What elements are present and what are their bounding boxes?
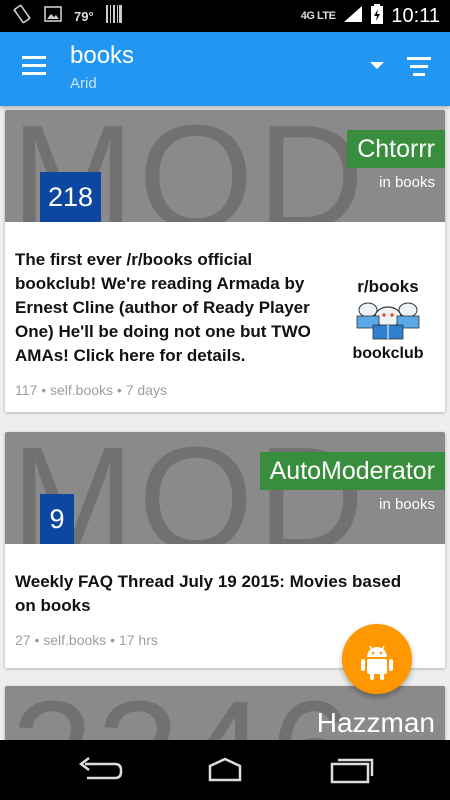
status-bar: 79° 4G LTE 10:11 xyxy=(0,0,450,32)
battery-icon xyxy=(371,3,384,29)
image-icon xyxy=(44,5,62,28)
app-bar: books Arid xyxy=(0,32,450,106)
network-type-text: 4G LTE xyxy=(300,10,336,22)
fab-button[interactable] xyxy=(342,624,412,694)
author-badge[interactable]: Hazzman xyxy=(307,704,445,740)
thumbnail-top-text: r/books xyxy=(357,277,418,296)
recent-apps-icon[interactable] xyxy=(328,754,378,786)
score-badge: 218 xyxy=(40,172,102,222)
post-header: 2346 Hazzman xyxy=(5,686,445,740)
temperature-text: 79° xyxy=(74,8,94,24)
home-icon[interactable] xyxy=(200,754,250,786)
post-title[interactable]: The first ever /r/books official bookclu… xyxy=(15,248,327,368)
dropdown-icon[interactable] xyxy=(370,62,384,72)
post-body[interactable]: The first ever /r/books official bookclu… xyxy=(5,222,445,410)
reading-mascots-image xyxy=(356,302,420,340)
post-card[interactable]: MOD Chtorrr in books 218 The first ever … xyxy=(5,110,445,412)
clock: 10:11 xyxy=(391,4,440,27)
subreddit-label: in books xyxy=(379,174,435,191)
subreddit-title[interactable]: books xyxy=(70,42,134,70)
score-watermark: 2346 xyxy=(11,686,356,740)
sort-icon[interactable] xyxy=(406,57,432,77)
post-thumbnail[interactable]: r/books bookclub xyxy=(343,272,433,362)
android-icon xyxy=(361,645,393,680)
vibrate-icon xyxy=(12,4,32,29)
account-name: Arid xyxy=(70,75,97,92)
score-badge: 9 xyxy=(40,494,74,544)
navigation-bar xyxy=(0,740,450,800)
thumbnail-bottom-text: bookclub xyxy=(352,345,423,362)
menu-icon[interactable] xyxy=(22,56,48,76)
post-header: MOD AutoModerator in books 9 xyxy=(5,432,445,544)
post-header: MOD Chtorrr in books 218 xyxy=(5,110,445,222)
subreddit-label: in books xyxy=(379,496,435,513)
barcode-icon xyxy=(105,4,122,29)
author-badge[interactable]: Chtorrr xyxy=(347,130,445,168)
post-title[interactable]: Weekly FAQ Thread July 19 2015: Movies b… xyxy=(15,570,425,618)
author-badge[interactable]: AutoModerator xyxy=(259,452,445,490)
post-card[interactable]: 2346 Hazzman xyxy=(5,686,445,740)
signal-icon xyxy=(343,5,363,28)
post-meta: 117 • self.books • 7 days xyxy=(15,382,167,398)
back-icon[interactable] xyxy=(75,754,125,786)
